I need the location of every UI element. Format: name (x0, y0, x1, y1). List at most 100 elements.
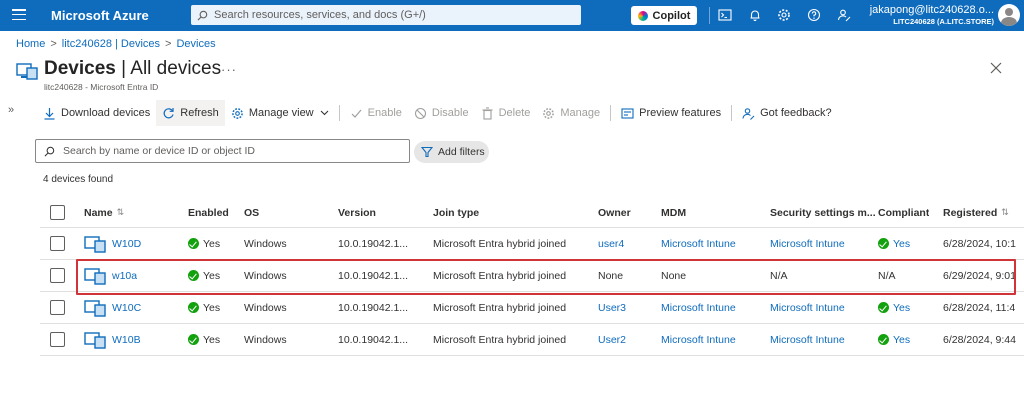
table-row[interactable]: w10a Yes Windows 10.0.19042.1... Microso… (40, 260, 1024, 292)
chevron-down-icon (320, 110, 329, 116)
add-filters-label: Add filters (438, 146, 485, 158)
row-checkbox[interactable] (50, 236, 65, 251)
row-checkbox[interactable] (50, 332, 65, 347)
security-settings-link[interactable]: Microsoft Intune (770, 228, 845, 259)
table-row[interactable]: W10D Yes Windows 10.0.19042.1... Microso… (40, 228, 1024, 260)
user-name: jakapong@litc240628.o... (869, 4, 994, 16)
divider (709, 7, 710, 24)
refresh-label: Refresh (180, 107, 219, 119)
breadcrumb-devices[interactable]: Devices (176, 38, 215, 50)
join-type-value: Microsoft Entra hybrid joined (433, 301, 567, 314)
feedback-icon[interactable] (837, 8, 851, 22)
breadcrumb: Home > litc240628 | Devices > Devices (16, 38, 216, 50)
toolbar-divider (731, 105, 733, 121)
download-icon (44, 107, 55, 120)
table-header: Name ⇅ Enabled OS Version Join type Owner… (40, 198, 1024, 228)
device-name-link[interactable]: W10D (112, 238, 141, 250)
owner-link[interactable]: User3 (598, 292, 626, 323)
owner-link[interactable]: User2 (598, 324, 626, 355)
column-header-security-settings[interactable]: Security settings m... (770, 198, 876, 227)
avatar[interactable] (998, 4, 1020, 26)
table-row[interactable]: W10B Yes Windows 10.0.19042.1... Microso… (40, 324, 1024, 356)
column-header-os[interactable]: OS (244, 198, 259, 227)
security-settings-link[interactable]: Microsoft Intune (770, 292, 845, 323)
security-settings-link[interactable]: Microsoft Intune (770, 324, 845, 355)
gear-icon (231, 107, 243, 119)
mdm-link[interactable]: Microsoft Intune (661, 292, 736, 323)
os-value: Windows (244, 237, 287, 250)
trash-icon (482, 106, 493, 120)
bell-icon[interactable] (748, 8, 762, 22)
device-icon (84, 299, 106, 317)
table-row[interactable]: W10C Yes Windows 10.0.19042.1... Microso… (40, 292, 1024, 324)
device-icon (84, 267, 106, 285)
enable-label: Enable (367, 107, 402, 119)
enabled-value: Yes (203, 237, 221, 250)
sort-icon: ⇅ (116, 207, 125, 217)
mdm-link[interactable]: Microsoft Intune (661, 228, 736, 259)
mdm-link[interactable]: Microsoft Intune (661, 324, 736, 355)
device-name-link[interactable]: W10B (112, 334, 141, 346)
select-all-checkbox[interactable] (50, 205, 65, 220)
manage-view-label: Manage view (248, 107, 314, 119)
more-options-button[interactable]: ··· (221, 62, 237, 77)
delete-button[interactable]: Delete (475, 100, 537, 126)
column-header-mdm[interactable]: MDM (661, 198, 686, 227)
check-circle-icon (188, 302, 199, 313)
enable-button[interactable]: Enable (344, 100, 408, 126)
column-header-enabled[interactable]: Enabled (188, 198, 229, 227)
manage-button[interactable]: Manage (536, 100, 606, 126)
registered-value: 6/28/2024, 9:44 (943, 333, 1016, 346)
feedback-button[interactable]: Got feedback? (736, 100, 838, 126)
gear-icon[interactable] (777, 8, 791, 22)
search-icon (44, 146, 55, 156)
column-header-version[interactable]: Version (338, 198, 376, 227)
hamburger-icon[interactable] (12, 9, 26, 21)
check-circle-icon (188, 238, 199, 249)
breadcrumb-tenant-devices[interactable]: litc240628 | Devices (62, 38, 160, 50)
column-header-name[interactable]: Name ⇅ (84, 198, 124, 227)
column-header-registered[interactable]: Registered ⇅ (943, 198, 1009, 227)
compliant-value: N/A (878, 269, 896, 282)
preview-features-button[interactable]: Preview features (615, 100, 727, 126)
copilot-button[interactable]: Copilot (631, 6, 697, 25)
row-checkbox[interactable] (50, 300, 65, 315)
breadcrumb-separator: > (50, 38, 57, 50)
device-search-input[interactable]: Search by name or device ID or object ID (35, 139, 410, 163)
join-type-value: Microsoft Entra hybrid joined (433, 269, 567, 282)
close-icon[interactable] (990, 62, 1002, 74)
row-checkbox[interactable] (50, 268, 65, 283)
search-placeholder: Search resources, services, and docs (G+… (214, 9, 426, 21)
owner-link[interactable]: user4 (598, 228, 624, 259)
enabled-value: Yes (203, 301, 221, 314)
manage-view-button[interactable]: Manage view (225, 100, 335, 126)
compliant-link[interactable]: Yes (893, 302, 910, 314)
help-icon[interactable] (807, 8, 821, 22)
search-icon (197, 10, 208, 20)
refresh-button[interactable]: Refresh (156, 100, 225, 126)
download-devices-button[interactable]: Download devices (37, 100, 156, 126)
page-title: Devices | All devices (44, 58, 222, 79)
preview-features-label: Preview features (639, 107, 722, 119)
delete-label: Delete (498, 107, 531, 119)
version-value: 10.0.19042.1... (338, 301, 409, 314)
account-info[interactable]: jakapong@litc240628.o... LITC240628 (A.L… (870, 4, 994, 28)
compliant-link[interactable]: Yes (893, 238, 910, 250)
column-header-owner[interactable]: Owner (598, 198, 631, 227)
select-all-cell (50, 198, 65, 227)
compliant-link[interactable]: Yes (893, 334, 910, 346)
cloud-shell-icon[interactable] (718, 8, 732, 22)
column-header-compliant[interactable]: Compliant (878, 198, 929, 227)
global-search-input[interactable]: Search resources, services, and docs (G+… (191, 5, 581, 25)
device-name-link[interactable]: w10a (112, 270, 137, 282)
disable-button[interactable]: Disable (408, 100, 475, 126)
expand-menu-icon[interactable]: » (8, 104, 14, 116)
block-icon (414, 107, 426, 119)
column-header-join-type[interactable]: Join type (433, 198, 479, 227)
brand-title[interactable]: Microsoft Azure (51, 8, 149, 23)
add-filters-button[interactable]: Add filters (414, 141, 489, 163)
gear-icon (543, 107, 555, 119)
breadcrumb-home[interactable]: Home (16, 38, 45, 50)
device-name-link[interactable]: W10C (112, 302, 141, 314)
breadcrumb-separator: > (165, 38, 172, 50)
